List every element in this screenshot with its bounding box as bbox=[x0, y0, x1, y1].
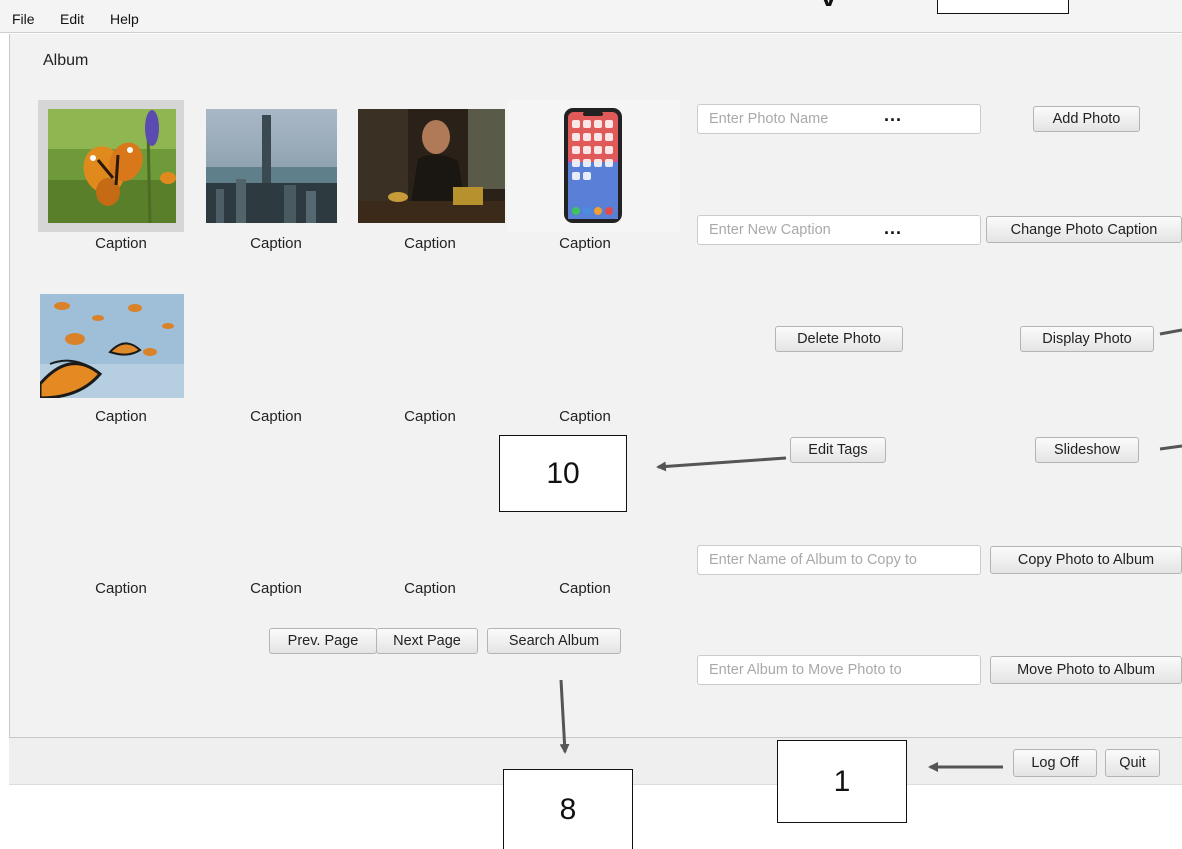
arrow-to-box-10 bbox=[656, 456, 787, 472]
arrow-fragment-slideshow bbox=[1159, 444, 1182, 451]
arrow-fragment-display bbox=[1159, 328, 1182, 336]
annotation-arrows bbox=[559, 328, 1182, 772]
arrow-to-box-8 bbox=[559, 679, 570, 754]
